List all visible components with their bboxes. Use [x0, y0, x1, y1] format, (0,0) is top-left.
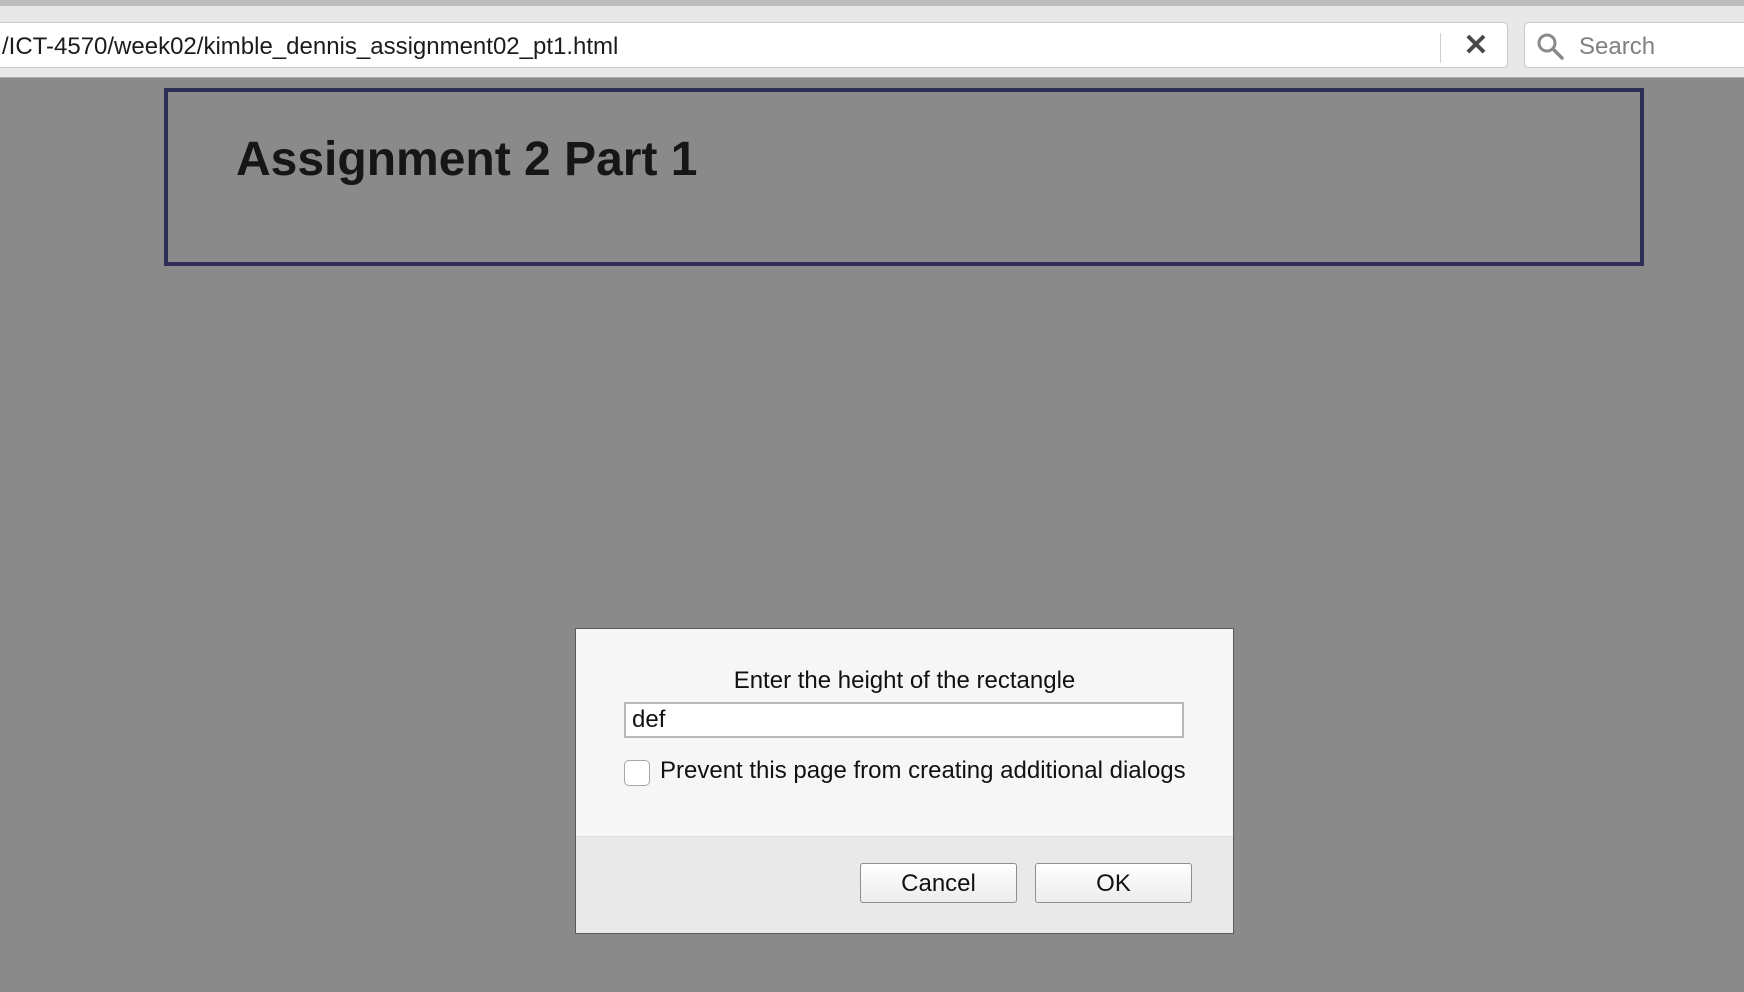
url-bar[interactable]: /ICT-4570/week02/kimble_dennis_assignmen… — [0, 22, 1508, 68]
prevent-dialogs-checkbox[interactable] — [624, 760, 650, 786]
dialog-text-input[interactable] — [624, 702, 1184, 738]
prompt-dialog: Enter the height of the rectangle Preven… — [575, 628, 1234, 934]
ok-button[interactable]: OK — [1035, 863, 1192, 903]
cancel-button[interactable]: Cancel — [860, 863, 1017, 903]
page-header: Assignment 2 Part 1 — [164, 88, 1644, 266]
url-text[interactable]: /ICT-4570/week02/kimble_dennis_assignmen… — [2, 33, 618, 61]
stop-loading-icon[interactable]: ✕ — [1462, 29, 1490, 63]
dialog-footer: Cancel OK — [576, 836, 1233, 933]
search-icon — [1537, 33, 1564, 60]
page-title: Assignment 2 Part 1 — [236, 133, 698, 186]
page-content: Assignment 2 Part 1 Enter the height of … — [0, 78, 1744, 992]
url-bar-divider — [1440, 33, 1441, 63]
dialog-message: Enter the height of the rectangle — [733, 667, 1076, 694]
search-bar[interactable]: Search — [1524, 22, 1744, 68]
search-placeholder[interactable]: Search — [1579, 33, 1655, 61]
prevent-dialogs-label[interactable]: Prevent this page from creating addition… — [660, 757, 1186, 785]
browser-toolbar: /ICT-4570/week02/kimble_dennis_assignmen… — [0, 0, 1744, 78]
